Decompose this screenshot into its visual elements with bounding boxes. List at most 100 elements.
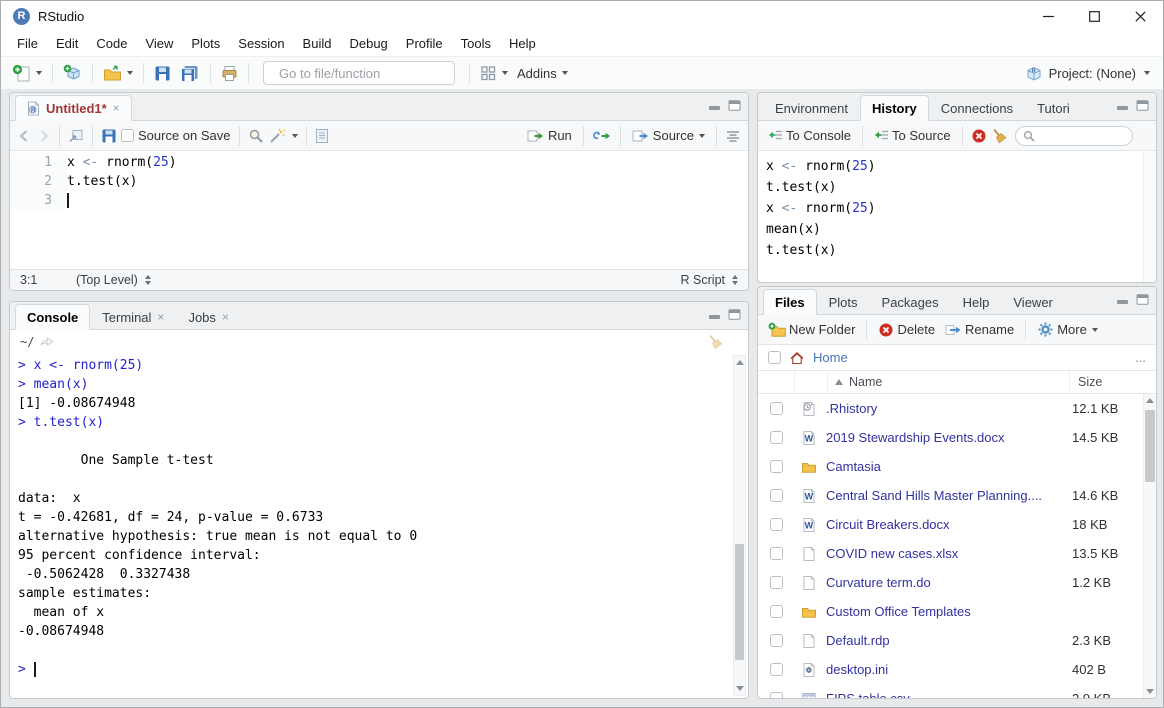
save-all-button[interactable] xyxy=(177,60,203,86)
minimize-window-icon[interactable] xyxy=(1025,1,1071,31)
file-checkbox[interactable] xyxy=(770,431,783,444)
file-row[interactable]: .Rhistory12.1 KB xyxy=(758,394,1156,423)
tab-files[interactable]: Files xyxy=(763,289,817,315)
close-window-icon[interactable] xyxy=(1117,1,1163,31)
file-checkbox[interactable] xyxy=(770,489,783,502)
outline-icon[interactable] xyxy=(725,129,741,143)
scrollbar-thumb[interactable] xyxy=(1145,410,1155,482)
history-search-input[interactable] xyxy=(1040,128,1125,144)
file-row[interactable]: desktop.ini402 B xyxy=(758,655,1156,684)
broom-icon[interactable] xyxy=(991,128,1008,144)
history-entry[interactable]: x <- rnorm(25) xyxy=(766,156,1140,177)
tab-environment[interactable]: Environment xyxy=(763,95,860,121)
minimize-pane-icon[interactable] xyxy=(708,101,721,111)
file-name-link[interactable]: FIPS table.csv xyxy=(826,691,1069,698)
source-button[interactable]: Source xyxy=(629,123,708,149)
tab-connections[interactable]: Connections xyxy=(929,95,1025,121)
tab-console[interactable]: Console xyxy=(15,304,90,330)
history-entry[interactable]: x <- rnorm(25) xyxy=(766,198,1140,219)
file-name-link[interactable]: Default.rdp xyxy=(826,633,1069,648)
minimize-pane-icon[interactable] xyxy=(1116,101,1129,111)
new-project-button[interactable] xyxy=(60,60,85,86)
tab-untitled1[interactable]: R Untitled1* × xyxy=(15,95,132,121)
tab-history[interactable]: History xyxy=(860,95,929,121)
close-tab-icon[interactable]: × xyxy=(222,310,229,324)
file-checkbox[interactable] xyxy=(770,576,783,589)
console-scrollbar[interactable] xyxy=(733,355,746,696)
minimize-pane-icon[interactable] xyxy=(1116,295,1129,305)
new-folder-button[interactable]: New Folder xyxy=(765,317,858,343)
files-scrollbar[interactable] xyxy=(1143,394,1156,698)
file-name-link[interactable]: desktop.ini xyxy=(826,662,1069,677)
history-entry[interactable]: mean(x) xyxy=(766,219,1140,240)
scope-selector-icon[interactable] xyxy=(145,275,151,285)
tab-tutori[interactable]: Tutori xyxy=(1025,95,1082,121)
home-icon[interactable] xyxy=(789,350,805,365)
file-row[interactable]: WCircuit Breakers.docx18 KB xyxy=(758,510,1156,539)
file-name-link[interactable]: Custom Office Templates xyxy=(826,604,1069,619)
history-list[interactable]: x <- rnorm(25)t.test(x)x <- rnorm(25)mea… xyxy=(758,151,1156,282)
file-row[interactable]: FIPS table.csv2.9 KB xyxy=(758,684,1156,698)
menu-build[interactable]: Build xyxy=(294,33,341,54)
popout-icon[interactable] xyxy=(68,128,84,143)
menu-file[interactable]: File xyxy=(8,33,47,54)
tab-jobs[interactable]: Jobs× xyxy=(176,304,240,330)
maximize-pane-icon[interactable] xyxy=(1136,294,1149,305)
rerun-icon[interactable] xyxy=(592,129,612,143)
tab-help[interactable]: Help xyxy=(951,289,1002,315)
to-source-button[interactable]: To Source xyxy=(871,123,954,149)
more-button[interactable]: More xyxy=(1034,317,1101,343)
file-row[interactable]: WCentral Sand Hills Master Planning....1… xyxy=(758,481,1156,510)
file-name-link[interactable]: Central Sand Hills Master Planning.... xyxy=(826,488,1069,503)
file-checkbox[interactable] xyxy=(770,518,783,531)
tab-packages[interactable]: Packages xyxy=(870,289,951,315)
code-editor[interactable]: 1x <- rnorm(25)2t.test(x)3 xyxy=(10,151,748,269)
goto-dir-icon[interactable] xyxy=(40,336,54,347)
search-icon[interactable] xyxy=(248,128,264,144)
column-header-size[interactable]: Size xyxy=(1069,371,1156,393)
goto-file-input[interactable] xyxy=(277,65,457,82)
file-name-link[interactable]: .Rhistory xyxy=(826,401,1069,416)
wand-icon[interactable] xyxy=(268,128,286,144)
save-button[interactable] xyxy=(151,60,174,86)
save-icon[interactable] xyxy=(101,128,117,144)
scroll-up-icon[interactable] xyxy=(1146,398,1154,403)
pane-layout-button[interactable] xyxy=(477,60,511,86)
menu-help[interactable]: Help xyxy=(500,33,545,54)
file-checkbox[interactable] xyxy=(770,663,783,676)
breadcrumb-overflow[interactable]: ... xyxy=(1135,350,1146,365)
scrollbar-track[interactable] xyxy=(734,369,745,682)
menu-profile[interactable]: Profile xyxy=(397,33,452,54)
menu-plots[interactable]: Plots xyxy=(182,33,229,54)
scroll-down-icon[interactable] xyxy=(1146,689,1154,694)
scrollbar-thumb[interactable] xyxy=(735,544,744,660)
history-entry[interactable]: t.test(x) xyxy=(766,177,1140,198)
scope-label[interactable]: (Top Level) xyxy=(76,273,138,287)
doc-type-group[interactable]: R Script xyxy=(681,273,738,287)
file-name-link[interactable]: Circuit Breakers.docx xyxy=(826,517,1069,532)
file-checkbox[interactable] xyxy=(770,460,783,473)
run-button[interactable]: Run xyxy=(524,123,575,149)
new-file-button[interactable] xyxy=(9,60,45,86)
menu-code[interactable]: Code xyxy=(87,33,136,54)
source-on-save-checkbox[interactable] xyxy=(121,129,134,142)
column-header-name[interactable]: Name xyxy=(828,371,1069,393)
menu-edit[interactable]: Edit xyxy=(47,33,87,54)
history-entry[interactable]: t.test(x) xyxy=(766,240,1140,261)
file-row[interactable]: W2019 Stewardship Events.docx14.5 KB xyxy=(758,423,1156,452)
project-menu-button[interactable]: R Project: (None) xyxy=(1025,65,1155,82)
file-row[interactable]: Camtasia xyxy=(758,452,1156,481)
minimize-pane-icon[interactable] xyxy=(708,310,721,320)
file-checkbox[interactable] xyxy=(770,605,783,618)
close-tab-icon[interactable]: × xyxy=(113,101,120,115)
maximize-pane-icon[interactable] xyxy=(728,100,741,111)
menu-debug[interactable]: Debug xyxy=(340,33,396,54)
file-checkbox[interactable] xyxy=(770,692,783,698)
clear-console-icon[interactable] xyxy=(707,334,724,350)
delete-button[interactable]: Delete xyxy=(875,317,938,343)
editor-line[interactable]: 3 xyxy=(10,191,748,210)
file-checkbox[interactable] xyxy=(770,634,783,647)
rename-button[interactable]: Rename xyxy=(942,317,1017,343)
menu-view[interactable]: View xyxy=(136,33,182,54)
report-icon[interactable] xyxy=(315,128,329,144)
